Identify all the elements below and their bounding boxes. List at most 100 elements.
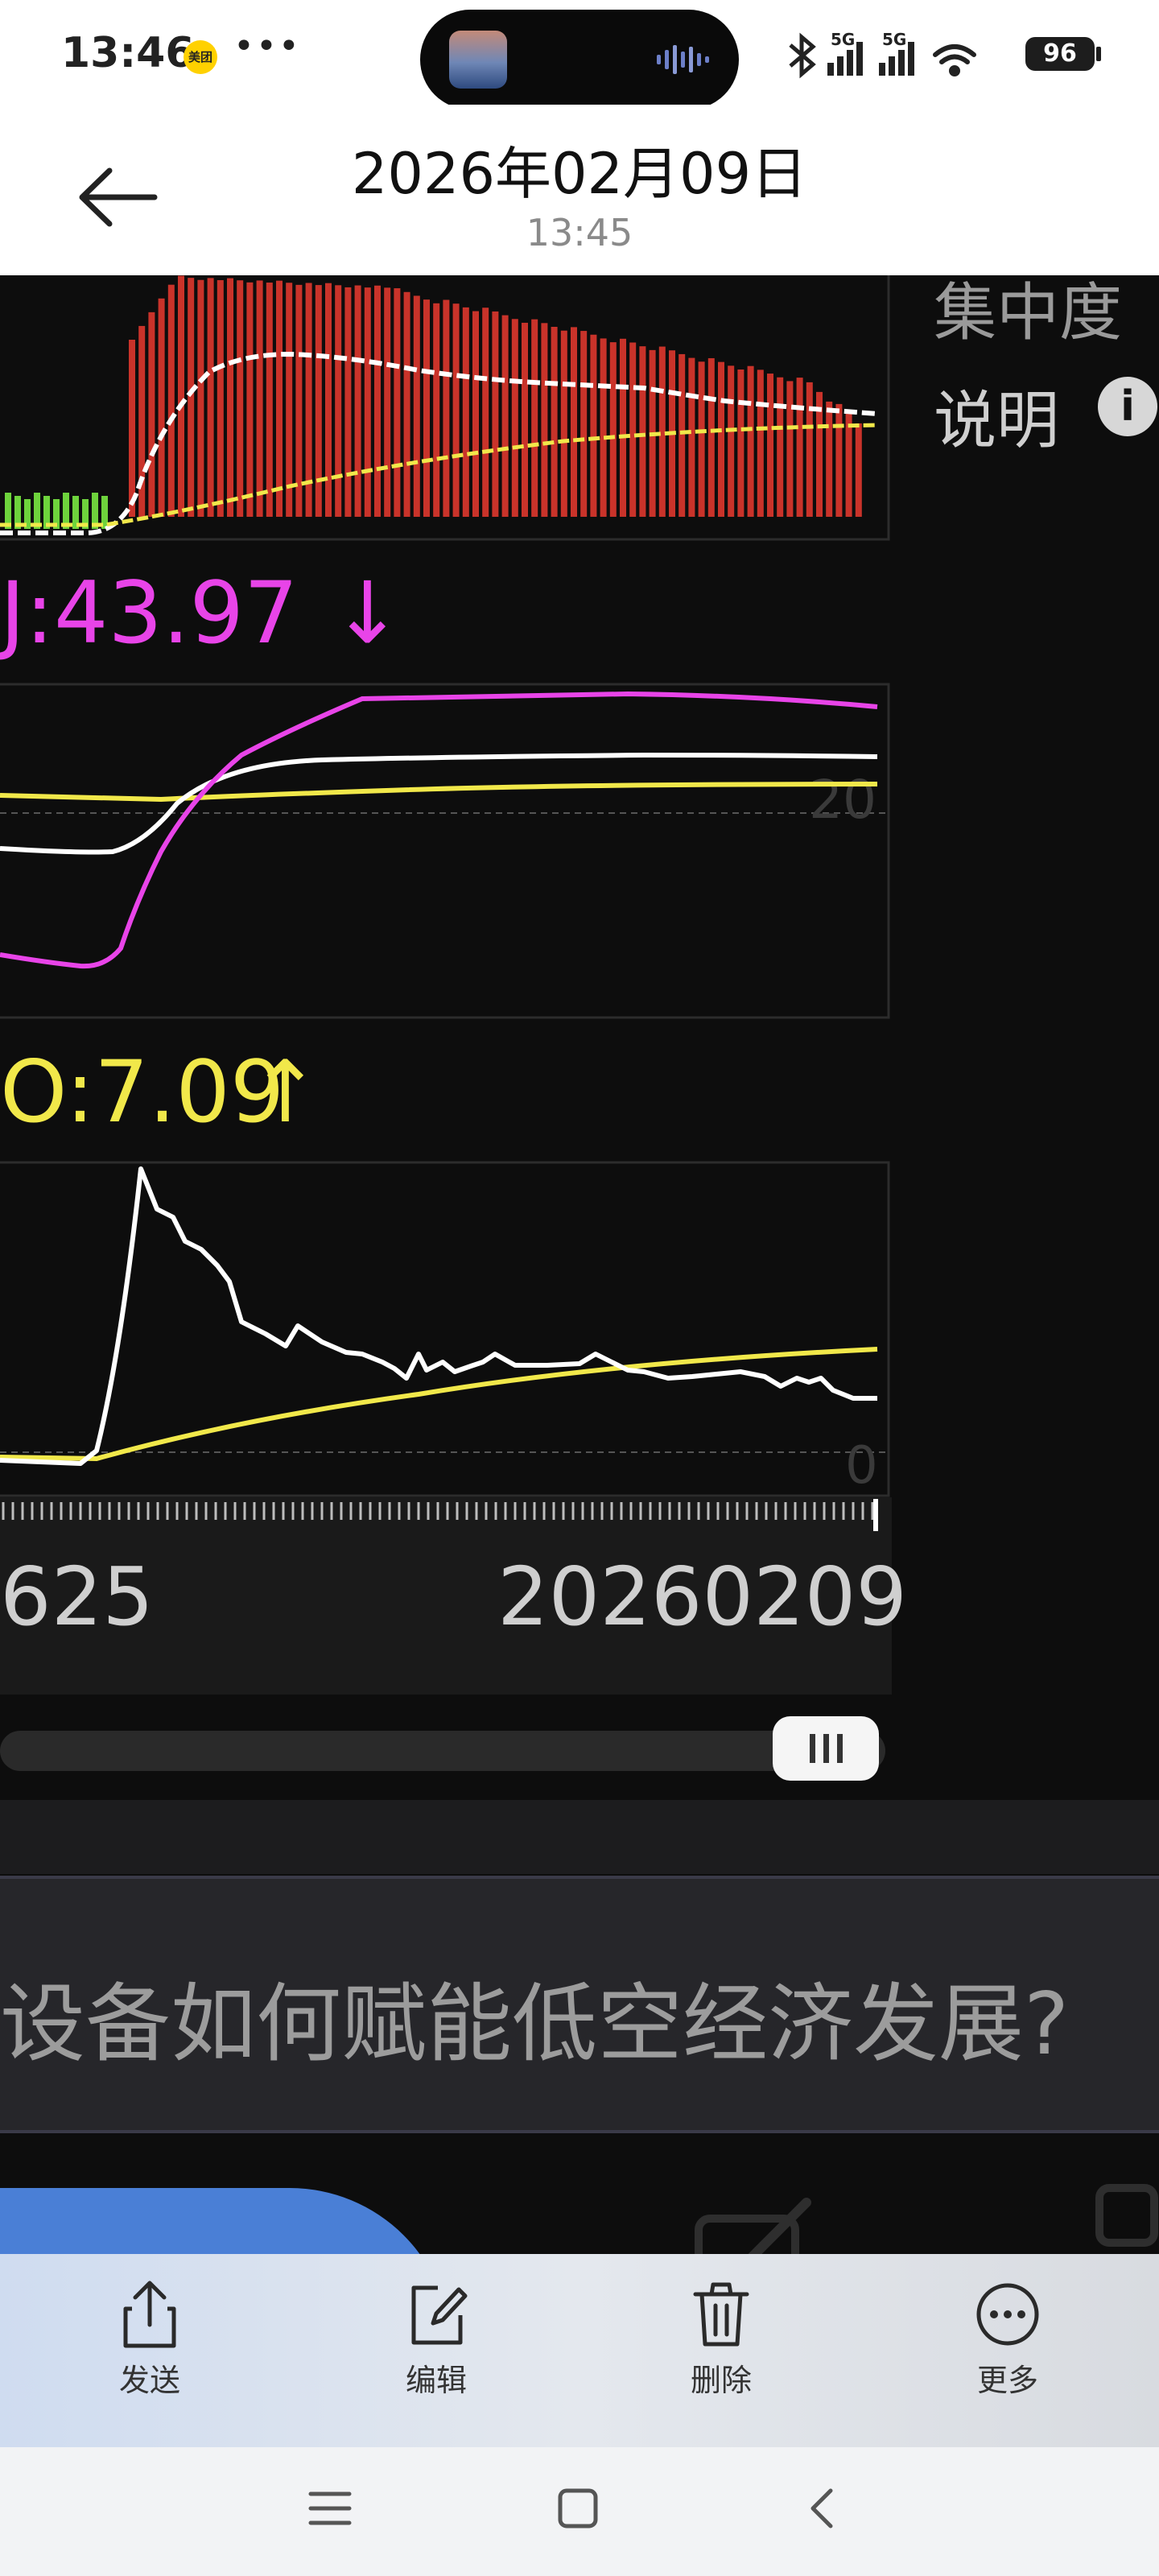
timeline-scroll-track[interactable] — [0, 1731, 885, 1771]
edit-button[interactable]: 编辑 — [348, 2278, 525, 2423]
divider-strip — [0, 1800, 1159, 1874]
more-button[interactable]: 更多 — [919, 2278, 1096, 2423]
side-label-concentration: 集中度 — [934, 277, 1123, 349]
network-type-2: 5G — [882, 31, 906, 49]
red-bar — [246, 282, 254, 517]
status-time: 13:46 — [61, 29, 195, 77]
media-thumbnail — [449, 31, 507, 89]
red-bar — [423, 299, 430, 517]
connectivity-icons: 5G 5G — [789, 31, 976, 79]
more-notifications-icon: ••• — [233, 26, 301, 67]
red-bar — [580, 331, 588, 517]
red-bar — [256, 280, 263, 517]
side-label-explanation[interactable]: 说明 — [934, 370, 1059, 460]
red-bar — [384, 287, 391, 517]
red-bar — [325, 283, 332, 517]
red-bar — [266, 283, 273, 517]
red-bar — [678, 353, 686, 517]
meituan-app-icon: 美团 — [184, 40, 217, 74]
red-bar — [757, 369, 764, 517]
network-type-1: 5G — [831, 31, 855, 49]
question-text[interactable]: 设备如何赋能低空经济发展? — [0, 1955, 1069, 2079]
red-bar — [452, 303, 460, 517]
red-bar — [374, 285, 381, 517]
battery-indicator: 96 — [1025, 37, 1095, 71]
red-bar — [707, 357, 715, 517]
o-reference-level: 0 — [845, 1436, 878, 1496]
red-bar — [728, 365, 735, 517]
kdj-panel: 20 — [0, 683, 890, 1019]
delete-button[interactable]: 删除 — [633, 2278, 810, 2423]
red-bar — [344, 287, 352, 517]
concentration-bar-panel — [0, 275, 890, 541]
red-bar — [462, 307, 469, 517]
edit-icon — [411, 2285, 468, 2345]
date-axis-end-label: 20260209 — [497, 1550, 907, 1644]
o-up-arrow-icon: ↑ — [250, 1042, 321, 1141]
red-bar — [639, 346, 646, 517]
more-label: 更多 — [976, 2363, 1038, 2398]
trash-icon — [693, 2282, 749, 2347]
red-bar — [571, 327, 577, 517]
dynamic-island[interactable] — [420, 10, 739, 109]
red-bar — [629, 342, 637, 517]
red-bar — [482, 308, 489, 517]
red-bar — [492, 311, 499, 517]
red-bar — [217, 279, 224, 517]
red-bar — [609, 342, 617, 517]
send-label: 发送 — [118, 2363, 180, 2398]
timeline-scroll-handle[interactable] — [773, 1716, 879, 1781]
red-bar — [590, 334, 597, 517]
red-bar — [511, 319, 518, 517]
red-bar — [600, 338, 607, 517]
red-bar — [541, 323, 548, 517]
red-bar — [148, 312, 155, 517]
red-bar — [276, 280, 283, 517]
red-bar — [413, 295, 420, 517]
red-bar — [855, 423, 862, 517]
oscillator-panel: 0 — [0, 1161, 890, 1497]
red-bar — [178, 275, 184, 517]
wifi-icon — [933, 44, 976, 76]
red-bar — [167, 284, 175, 517]
red-bar — [835, 403, 843, 517]
date-axis-start-label: 625 — [0, 1550, 154, 1644]
red-bar — [227, 278, 233, 517]
more-icon — [976, 2283, 1039, 2346]
red-bar — [826, 401, 833, 517]
send-button[interactable]: 发送 — [61, 2278, 238, 2423]
square-icon-background — [1095, 2184, 1158, 2247]
audio-wave-icon — [657, 45, 709, 74]
red-bar — [129, 340, 135, 517]
red-bar — [522, 322, 528, 517]
red-bar — [197, 279, 204, 517]
red-bar — [688, 357, 695, 517]
red-bar — [718, 361, 724, 517]
red-bar — [806, 382, 813, 517]
red-bar — [620, 338, 626, 517]
red-bar — [433, 303, 440, 517]
red-bar — [354, 285, 361, 517]
red-bar — [158, 298, 165, 517]
red-bar — [786, 381, 794, 517]
red-bar — [364, 287, 371, 517]
share-icon — [123, 2281, 176, 2348]
back-icon[interactable] — [798, 2484, 847, 2533]
j-down-arrow-icon: ↓ — [332, 564, 403, 663]
menu-icon[interactable] — [306, 2484, 354, 2533]
red-bar — [207, 278, 214, 517]
home-icon[interactable] — [554, 2484, 602, 2533]
j-reference-level: 20 — [809, 769, 876, 831]
red-bar — [188, 278, 195, 517]
info-icon[interactable]: i — [1098, 377, 1157, 436]
page-subtitle-time: 13:45 — [526, 211, 633, 254]
j-indicator-value: J:43.97 — [0, 564, 299, 663]
page-title-date: 2026年02月09日 — [351, 141, 808, 207]
red-bar — [443, 299, 450, 517]
delete-label: 删除 — [690, 2363, 752, 2398]
drag-handle-icon — [810, 1734, 843, 1763]
red-bar — [796, 378, 803, 517]
red-bar — [335, 285, 342, 517]
red-bar — [286, 283, 293, 517]
red-bar — [560, 330, 567, 517]
